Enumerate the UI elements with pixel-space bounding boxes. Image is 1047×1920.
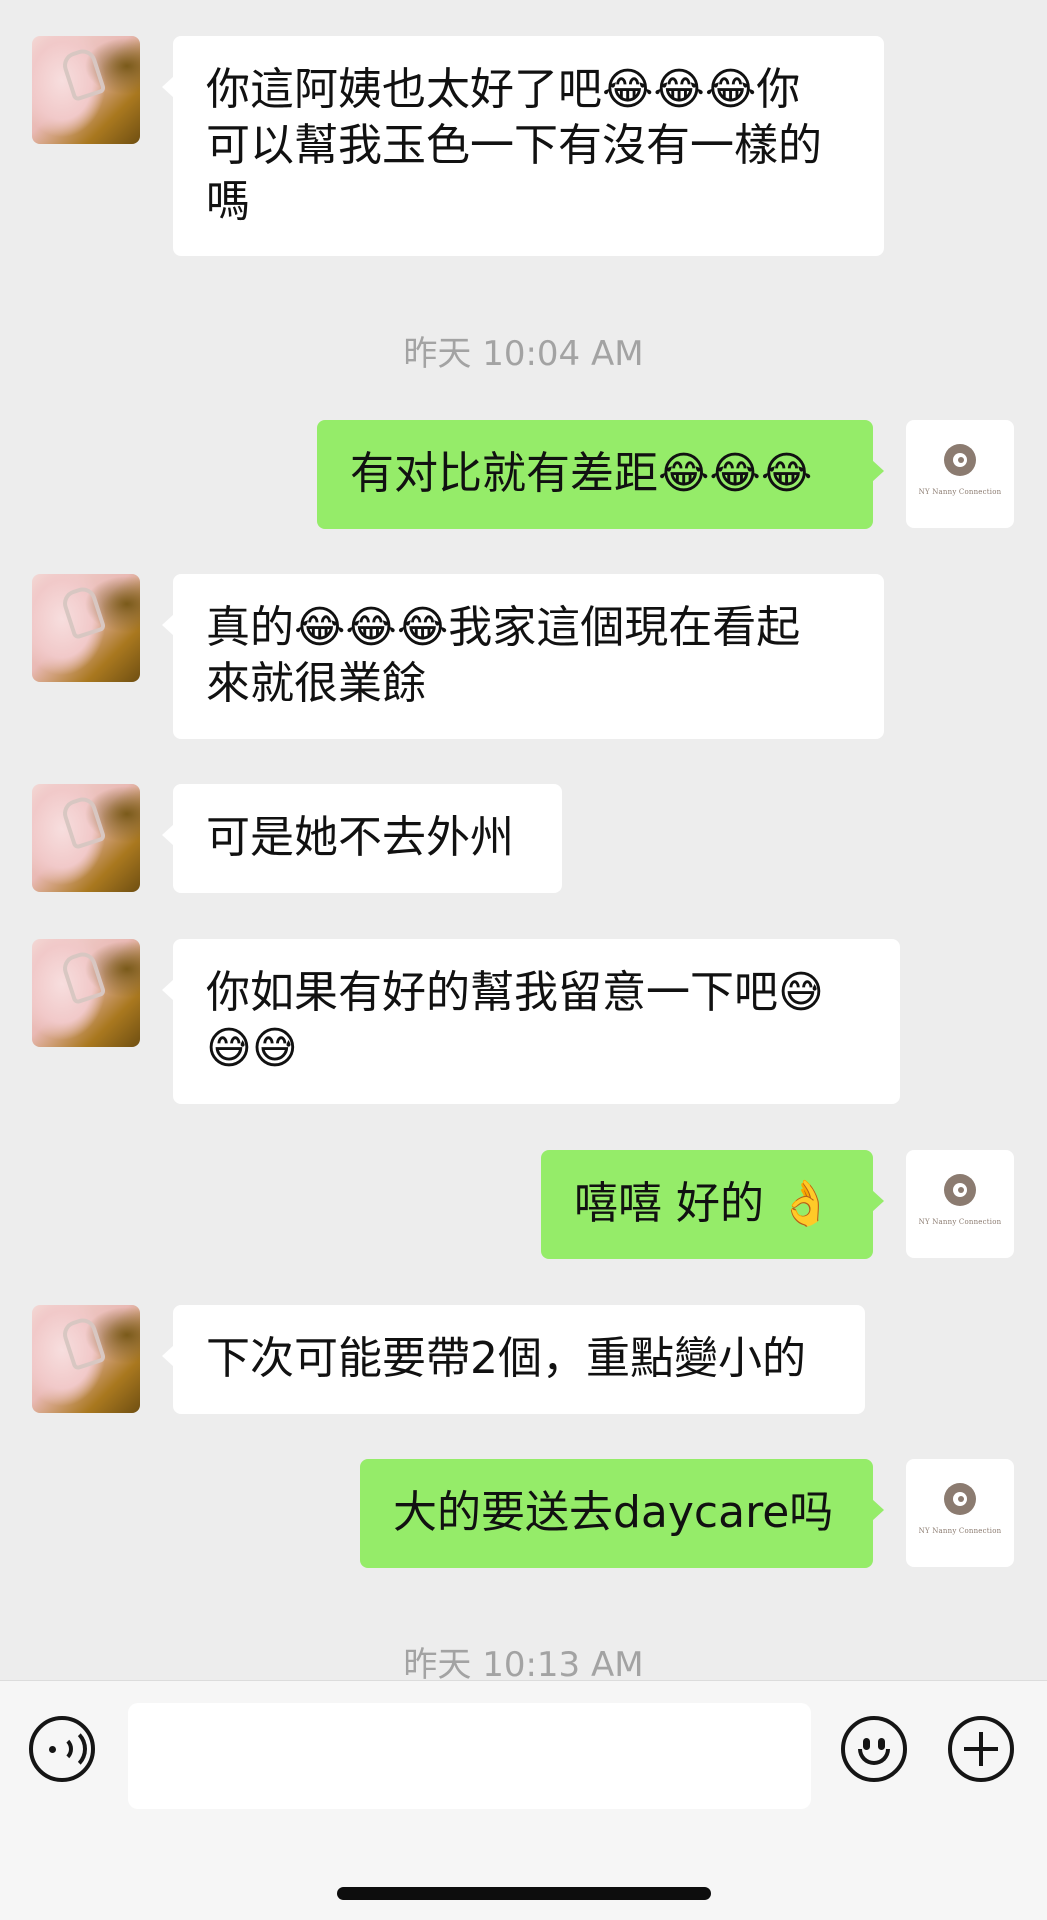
- message-row-outgoing: 大的要送去daycare吗 NY Nanny Connection: [0, 1459, 1047, 1568]
- my-avatar[interactable]: NY Nanny Connection: [906, 1459, 1014, 1567]
- friend-avatar[interactable]: [32, 784, 140, 892]
- avatar-caption: NY Nanny Connection: [918, 1527, 1002, 1535]
- outgoing-message-bubble[interactable]: 嘻嘻 好的 👌: [541, 1150, 884, 1259]
- my-avatar[interactable]: NY Nanny Connection: [906, 1150, 1014, 1258]
- friend-avatar[interactable]: [32, 939, 140, 1047]
- message-row-outgoing: 有对比就有差距😂😂😂 NY Nanny Connection: [0, 420, 1047, 529]
- logo-icon: [944, 1483, 976, 1515]
- friend-avatar[interactable]: [32, 1305, 140, 1413]
- message-row-incoming: 你如果有好的幫我留意一下吧😅 😅😅: [0, 939, 1047, 1104]
- voice-icon[interactable]: [29, 1716, 95, 1782]
- message-row-incoming: 你這阿姨也太好了吧😂😂😂你 可以幫我玉色一下有沒有一樣的 嗎: [0, 36, 1047, 256]
- message-input[interactable]: [128, 1703, 811, 1809]
- friend-avatar[interactable]: [32, 574, 140, 682]
- message-row-incoming: 可是她不去外州: [0, 784, 1047, 893]
- logo-icon: [944, 444, 976, 476]
- incoming-message-bubble[interactable]: 下次可能要帶2個，重點變小的: [162, 1305, 865, 1414]
- incoming-message-bubble[interactable]: 你如果有好的幫我留意一下吧😅 😅😅: [162, 939, 900, 1104]
- message-row-incoming: 真的😂😂😂我家這個現在看起 來就很業餘: [0, 574, 1047, 739]
- friend-avatar[interactable]: [32, 36, 140, 144]
- chat-area: 你這阿姨也太好了吧😂😂😂你 可以幫我玉色一下有沒有一樣的 嗎 昨天 10:04 …: [0, 0, 1047, 1685]
- emoji-icon[interactable]: [841, 1716, 907, 1782]
- outgoing-message-bubble[interactable]: 大的要送去daycare吗: [360, 1459, 884, 1568]
- my-avatar[interactable]: NY Nanny Connection: [906, 420, 1014, 528]
- incoming-message-bubble[interactable]: 你這阿姨也太好了吧😂😂😂你 可以幫我玉色一下有沒有一樣的 嗎: [162, 36, 884, 256]
- avatar-caption: NY Nanny Connection: [918, 1218, 1002, 1226]
- chat-input-bar: [0, 1680, 1047, 1920]
- plus-icon[interactable]: [948, 1716, 1014, 1782]
- message-row-outgoing: 嘻嘻 好的 👌 NY Nanny Connection: [0, 1150, 1047, 1259]
- incoming-message-bubble[interactable]: 真的😂😂😂我家這個現在看起 來就很業餘: [162, 574, 884, 739]
- message-row-incoming: 下次可能要帶2個，重點變小的: [0, 1305, 1047, 1414]
- timestamp: 昨天 10:04 AM: [403, 334, 644, 374]
- timestamp: 昨天 10:13 AM: [403, 1645, 644, 1685]
- home-indicator[interactable]: [337, 1887, 711, 1900]
- incoming-message-bubble[interactable]: 可是她不去外州: [162, 784, 562, 893]
- outgoing-message-bubble[interactable]: 有对比就有差距😂😂😂: [317, 420, 884, 529]
- avatar-caption: NY Nanny Connection: [918, 488, 1002, 496]
- logo-icon: [944, 1174, 976, 1206]
